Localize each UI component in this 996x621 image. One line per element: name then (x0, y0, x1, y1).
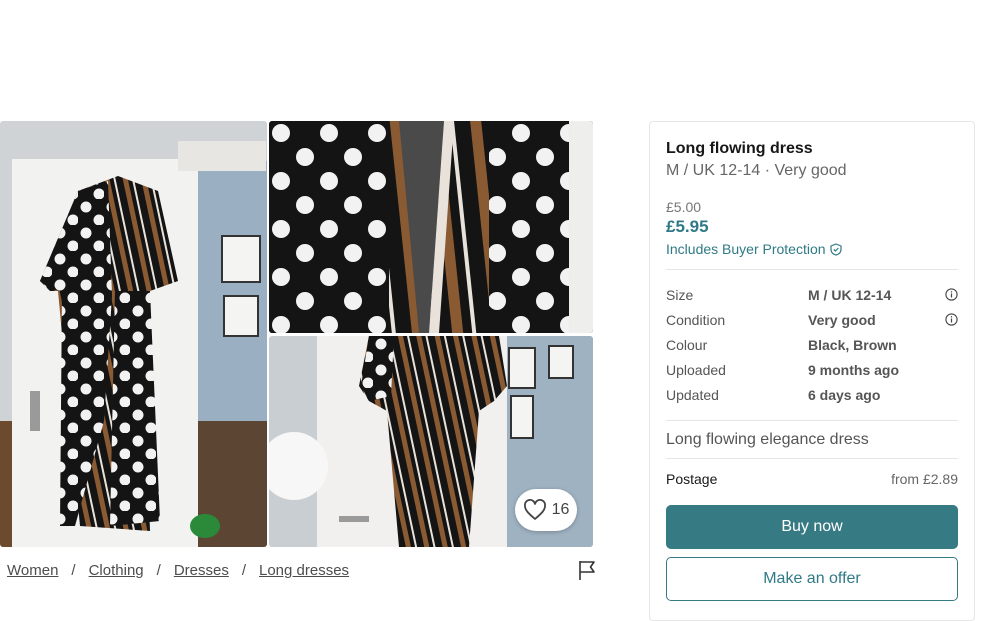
attribute-row-updated: Updated 6 days ago (666, 382, 958, 407)
attribute-value: 6 days ago (808, 386, 881, 403)
divider (666, 458, 958, 459)
attribute-label: Uploaded (666, 361, 726, 378)
make-offer-button[interactable]: Make an offer (666, 557, 958, 601)
attribute-label: Size (666, 286, 694, 303)
buy-now-button[interactable]: Buy now (666, 505, 958, 549)
breadcrumb-clothing[interactable]: Clothing (89, 562, 144, 579)
item-description: Long flowing elegance dress (666, 431, 869, 448)
attribute-value: 9 months ago (808, 361, 900, 378)
item-attributes: Size M / UK 12-14 Condition Very good Co… (666, 282, 958, 407)
item-title: Long flowing dress (666, 140, 813, 157)
attribute-row-condition: Condition Very good (666, 307, 958, 332)
item-photo-detail[interactable] (269, 121, 593, 333)
item-price: £5.00 (666, 199, 702, 215)
info-icon[interactable] (945, 288, 958, 301)
item-subtitle: M / UK 12-14 · Very good (666, 162, 847, 179)
breadcrumb-women[interactable]: Women (7, 562, 58, 579)
shield-icon (829, 242, 842, 256)
postage-row: Postage from £2.89 (666, 471, 958, 487)
report-flag-icon[interactable] (577, 559, 597, 581)
attribute-value: M / UK 12-14 (808, 286, 892, 303)
item-details-panel: Long flowing dress M / UK 12-14 · Very g… (649, 121, 975, 621)
attribute-label: Condition (666, 311, 726, 328)
breadcrumb-separator: / (71, 562, 76, 579)
buyer-protection-link[interactable]: Includes Buyer Protection (666, 241, 958, 257)
attribute-row-colour: Colour Black, Brown (666, 332, 958, 357)
postage-value: from £2.89 (891, 471, 958, 487)
breadcrumb-dresses[interactable]: Dresses (174, 562, 229, 579)
breadcrumb: Women / Clothing / Dresses / Long dresse… (7, 562, 349, 579)
favourite-count: 16 (551, 501, 570, 518)
attribute-label: Updated (666, 386, 719, 403)
item-photo-main[interactable] (0, 121, 267, 547)
attribute-row-size: Size M / UK 12-14 (666, 282, 958, 307)
postage-label: Postage (666, 471, 718, 487)
favourite-button[interactable]: 16 (515, 489, 577, 531)
divider (666, 269, 958, 270)
buyer-protection-label: Includes Buyer Protection (666, 241, 826, 257)
breadcrumb-long-dresses[interactable]: Long dresses (259, 562, 349, 579)
attribute-label: Colour (666, 336, 708, 353)
divider (666, 420, 958, 421)
item-price-with-protection[interactable]: £5.95 (666, 217, 958, 237)
breadcrumb-separator: / (241, 562, 246, 579)
attribute-value: Black, Brown (808, 336, 897, 353)
attribute-value: Very good (808, 311, 876, 328)
info-icon[interactable] (945, 313, 958, 326)
attribute-row-uploaded: Uploaded 9 months ago (666, 357, 958, 382)
breadcrumb-separator: / (156, 562, 161, 579)
heart-icon (523, 499, 546, 520)
